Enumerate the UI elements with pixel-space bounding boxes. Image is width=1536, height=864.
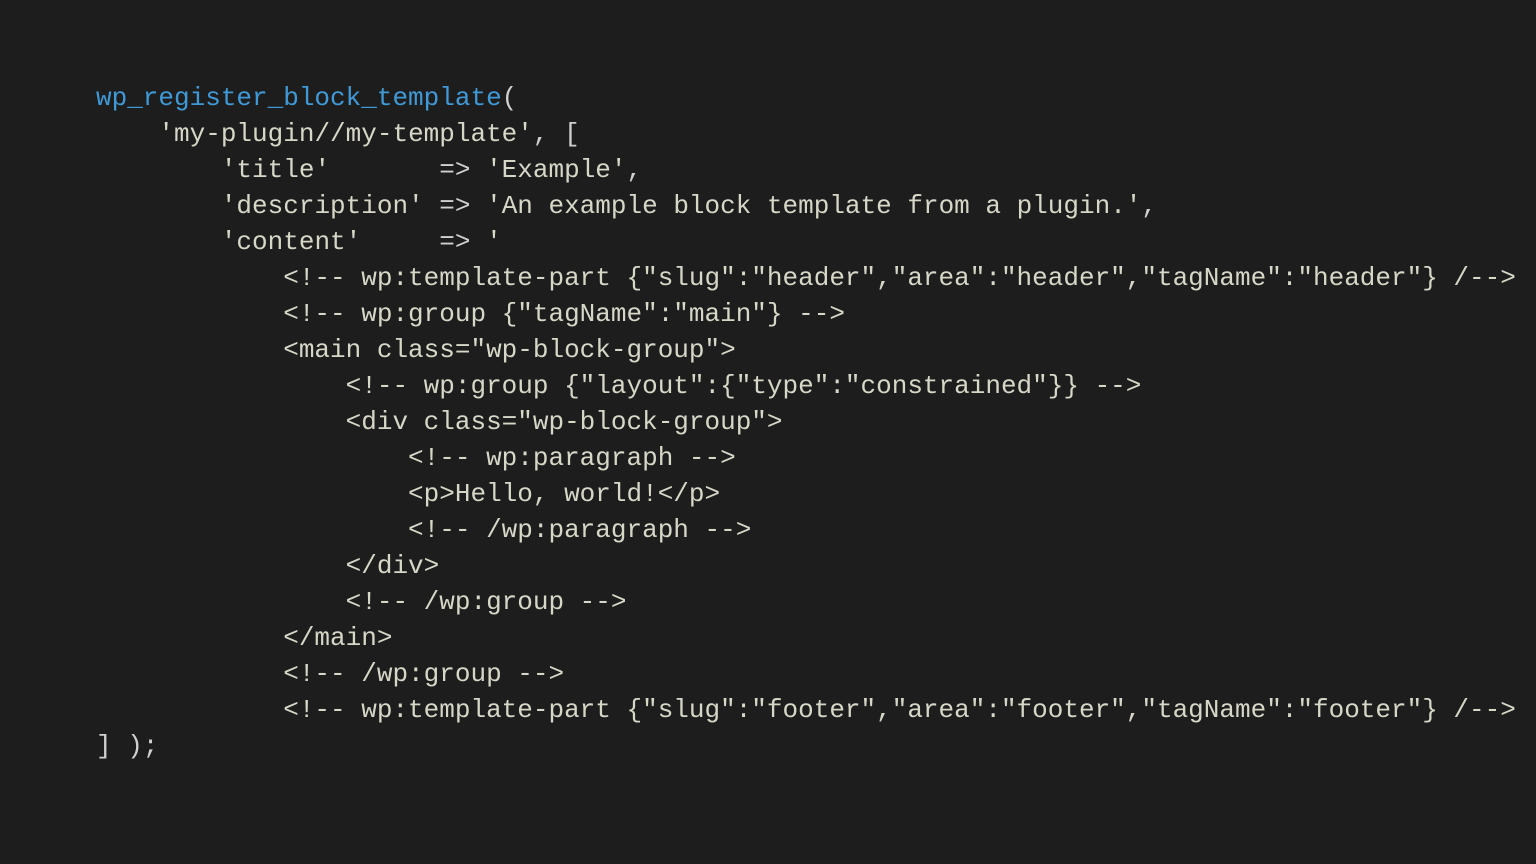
close-bracket: ] ); xyxy=(96,731,158,761)
string-content: <p>Hello, world!</p> xyxy=(96,479,720,509)
punct: , [ xyxy=(533,119,580,149)
string-content: <!-- wp:group {"layout":{"type":"constra… xyxy=(96,371,1141,401)
string-literal: 'my-plugin//my-template' xyxy=(158,119,532,149)
indent xyxy=(96,227,221,257)
array-key: 'content' xyxy=(221,227,361,257)
string-literal: 'Example' xyxy=(486,155,626,185)
code-block: wp_register_block_template( 'my-plugin//… xyxy=(0,0,1536,764)
string-open-quote: ' xyxy=(486,227,502,257)
open-paren: ( xyxy=(502,83,518,113)
string-content: <!-- wp:paragraph --> xyxy=(96,443,736,473)
string-content: </main> xyxy=(96,623,392,653)
string-content: <!-- wp:group {"tagName":"main"} --> xyxy=(96,299,845,329)
string-content: <main class="wp-block-group"> xyxy=(96,335,736,365)
arrow-op: => xyxy=(361,227,486,257)
string-content: <!-- /wp:group --> xyxy=(96,659,564,689)
string-content: <div class="wp-block-group"> xyxy=(96,407,783,437)
string-content: </div> xyxy=(96,551,439,581)
indent xyxy=(96,191,221,221)
string-content: <!-- wp:template-part {"slug":"header","… xyxy=(96,263,1516,293)
array-key: 'description' xyxy=(221,191,424,221)
indent xyxy=(96,155,221,185)
string-content: <!-- wp:template-part {"slug":"footer","… xyxy=(96,695,1516,725)
punct: , xyxy=(627,155,643,185)
array-key: 'title' xyxy=(221,155,330,185)
indent xyxy=(96,119,158,149)
arrow-op: => xyxy=(424,191,486,221)
function-name: wp_register_block_template xyxy=(96,83,502,113)
string-literal: 'An example block template from a plugin… xyxy=(486,191,1141,221)
arrow-op: => xyxy=(330,155,486,185)
punct: , xyxy=(1141,191,1157,221)
string-content: <!-- /wp:paragraph --> xyxy=(96,515,751,545)
string-content: <!-- /wp:group --> xyxy=(96,587,627,617)
